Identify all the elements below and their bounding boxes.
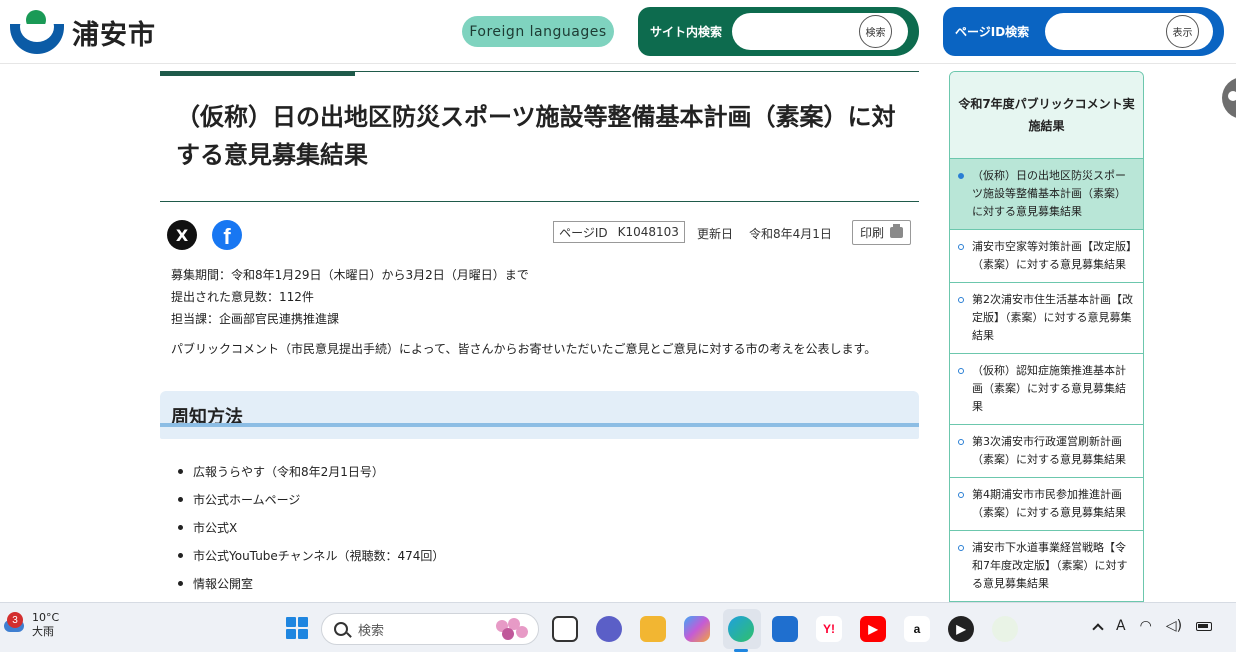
- yahoo-japan-icon[interactable]: Y!: [816, 616, 842, 642]
- microsoft-store-icon[interactable]: [772, 616, 798, 642]
- info-period: 募集期間：令和8年1月29日（木曜日）から3月2日（月曜日）まで: [171, 268, 529, 282]
- site-search-button[interactable]: 検索: [859, 15, 892, 48]
- amazon-icon[interactable]: a: [904, 616, 930, 642]
- page-id-label: ページID: [559, 225, 608, 240]
- sidebar-item-current[interactable]: （仮称）日の出地区防災スポーツ施設等整備基本計画（素案）に対する意見募集結果: [950, 159, 1143, 230]
- page-id-value: K1048103: [617, 225, 679, 239]
- volume-icon[interactable]: ◁): [1166, 618, 1182, 634]
- print-label: 印刷: [859, 226, 884, 240]
- sidebar-item-gesuido[interactable]: 浦安市下水道事業経営戦略【令和7年度改定版】（素案）に対する意見募集結果: [950, 531, 1143, 601]
- youtube-icon[interactable]: ▶: [860, 616, 886, 642]
- site-search-label: サイト内検索: [650, 25, 723, 39]
- taskbar-search-placeholder: 検索: [358, 623, 385, 639]
- task-view-icon[interactable]: [552, 616, 578, 642]
- rain-cloud-icon: 3: [4, 612, 26, 636]
- logo-mark-icon: [10, 10, 64, 54]
- list-item: 市公式X: [178, 513, 444, 541]
- wifi-icon[interactable]: ◠: [1140, 618, 1152, 634]
- list-item: 市公式YouTubeチャンネル（視聴数：474回）: [178, 541, 444, 569]
- share-x-icon[interactable]: X: [167, 220, 197, 250]
- edge-browser-icon[interactable]: [728, 616, 754, 642]
- file-explorer-icon[interactable]: [640, 616, 666, 642]
- page-id-badge: ページID K1048103: [553, 221, 685, 243]
- share-facebook-icon[interactable]: f: [212, 220, 242, 250]
- search-highlight-flower-icon: [492, 618, 532, 642]
- site-header: 浦安市 Foreign languages サイト内検索 検索 ページID検索 …: [0, 0, 1236, 64]
- windows-taskbar: 3 10°C 大雨 検索 Y! ▶ a ▶ A ◠ ◁): [0, 602, 1236, 652]
- updated-label: 更新日: [697, 227, 734, 241]
- taskbar-search[interactable]: 検索: [321, 613, 539, 645]
- sidebar-item-ninchisho[interactable]: （仮称）認知症施策推進基本計画（素案）に対する意見募集結果: [950, 354, 1143, 425]
- updated-date: 更新日 令和8年4月1日: [697, 225, 832, 242]
- page-title: （仮称）日の出地区防災スポーツ施設等整備基本計画（素案）に対する意見募集結果: [176, 103, 896, 169]
- related-sidebar: 令和7年度パブリックコメント実施結果 （仮称）日の出地区防災スポーツ施設等整備基…: [949, 71, 1144, 602]
- sidebar-item-akiya[interactable]: 浦安市空家等対策計画【改定版】（素案）に対する意見募集結果: [950, 230, 1143, 283]
- floating-side-tab[interactable]: [1222, 77, 1236, 119]
- list-item: 広報うらやす（令和8年2月1日号）: [178, 457, 444, 485]
- chevron-up-icon[interactable]: [1092, 622, 1104, 635]
- sidebar-heading: 令和7年度パブリックコメント実施結果: [950, 72, 1143, 159]
- pageid-search: ページID検索 表示: [943, 7, 1224, 56]
- sidebar-item-gyosei[interactable]: 第3次浦安市行政運営刷新計画（素案）に対する意見募集結果: [950, 425, 1143, 478]
- site-search: サイト内検索 検索: [638, 7, 919, 56]
- sidebar-item-jyuseikatsu[interactable]: 第2次浦安市住生活基本計画【改定版】（素案）に対する意見募集結果: [950, 283, 1143, 354]
- weather-widget[interactable]: 3 10°C 大雨: [4, 611, 59, 639]
- teams-chat-icon[interactable]: [596, 616, 622, 642]
- pageid-search-label: ページID検索: [955, 25, 1030, 39]
- methods-list: 広報うらやす（令和8年2月1日号） 市公式ホームページ 市公式X 市公式YouT…: [178, 457, 444, 597]
- info-department: 担当課：企画部官民連携推進課: [171, 312, 340, 326]
- title-top-accent: [160, 71, 355, 76]
- weather-text: 10°C 大雨: [32, 611, 59, 639]
- search-icon: [334, 622, 348, 636]
- copilot-icon[interactable]: [684, 616, 710, 642]
- ime-indicator[interactable]: A: [1116, 618, 1126, 634]
- print-button[interactable]: 印刷: [852, 220, 911, 245]
- media-player-icon[interactable]: ▶: [948, 616, 974, 642]
- system-tray: A ◠ ◁): [1092, 618, 1213, 635]
- weather-temp: 10°C: [32, 611, 60, 624]
- windows-start-icon[interactable]: [286, 617, 308, 639]
- info-count: 提出された意見数：112件: [171, 290, 314, 304]
- list-item: 情報公開室: [178, 569, 444, 597]
- info-block: 募集期間：令和8年1月29日（木曜日）から3月2日（月曜日）まで 提出された意見…: [171, 264, 529, 330]
- section-underline: [160, 423, 919, 427]
- intro-text: パブリックコメント（市民意見提出手続）によって、皆さんからお寄せいただいたご意見…: [171, 342, 877, 356]
- character-app-icon[interactable]: [992, 616, 1018, 642]
- battery-icon[interactable]: [1196, 621, 1213, 631]
- sidebar-item-shimin-sanka[interactable]: 第4期浦安市市民参加推進計画（素案）に対する意見募集結果: [950, 478, 1143, 531]
- title-bottom-rule: [160, 201, 919, 202]
- logo-text: 浦安市: [72, 19, 156, 51]
- printer-icon: [890, 224, 903, 238]
- updated-value: 令和8年4月1日: [749, 227, 832, 241]
- list-item: 市公式ホームページ: [178, 485, 444, 513]
- site-logo[interactable]: 浦安市: [10, 10, 156, 54]
- pageid-search-button[interactable]: 表示: [1166, 15, 1199, 48]
- foreign-languages-button[interactable]: Foreign languages: [462, 16, 614, 47]
- notification-badge: 3: [7, 612, 23, 628]
- weather-condition: 大雨: [32, 625, 54, 638]
- section-heading: 周知方法: [160, 391, 919, 439]
